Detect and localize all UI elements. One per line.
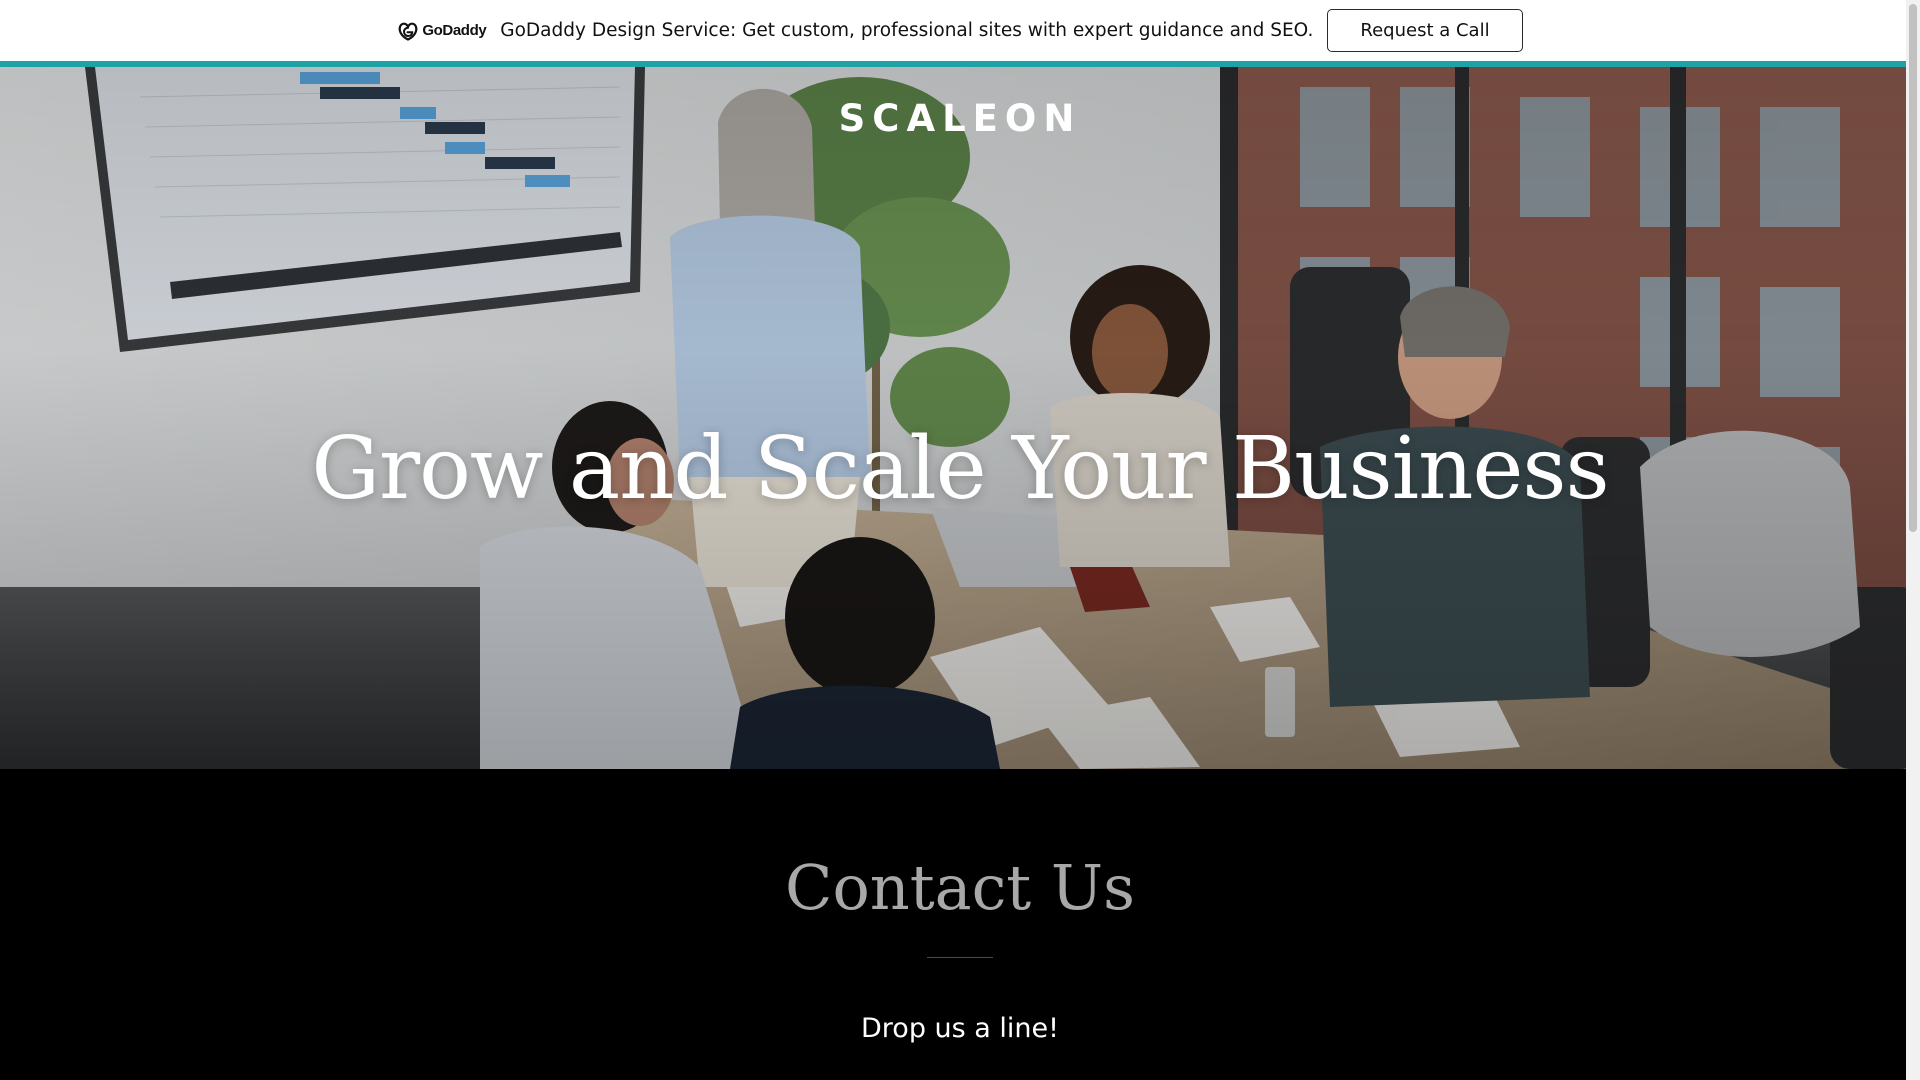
promo-banner: GoDaddy GoDaddy Design Service: Get cust… — [0, 0, 1920, 61]
brand-logo[interactable]: SCALEON — [0, 97, 1920, 140]
page-scrollbar[interactable] — [1906, 0, 1920, 1080]
contact-section: Contact Us Drop us a line! — [0, 769, 1920, 1080]
godaddy-logo[interactable]: GoDaddy — [397, 21, 487, 41]
scrollbar-thumb[interactable] — [1909, 4, 1917, 532]
hero-title: Grow and Scale Your Business — [311, 419, 1609, 519]
request-a-call-button[interactable]: Request a Call — [1327, 9, 1523, 52]
contact-divider — [927, 957, 993, 958]
godaddy-logo-text: GoDaddy — [422, 22, 487, 39]
promo-content: GoDaddy GoDaddy Design Service: Get cust… — [397, 9, 1523, 52]
promo-message: GoDaddy Design Service: Get custom, prof… — [500, 20, 1314, 41]
hero-overlay — [0, 67, 1920, 769]
contact-subtitle: Drop us a line! — [861, 1013, 1059, 1044]
contact-title: Contact Us — [785, 851, 1135, 924]
hero-section: SCALEON Grow and Scale Your Business — [0, 67, 1920, 769]
godaddy-logo-icon — [399, 22, 418, 41]
page: GoDaddy GoDaddy Design Service: Get cust… — [0, 0, 1920, 1080]
